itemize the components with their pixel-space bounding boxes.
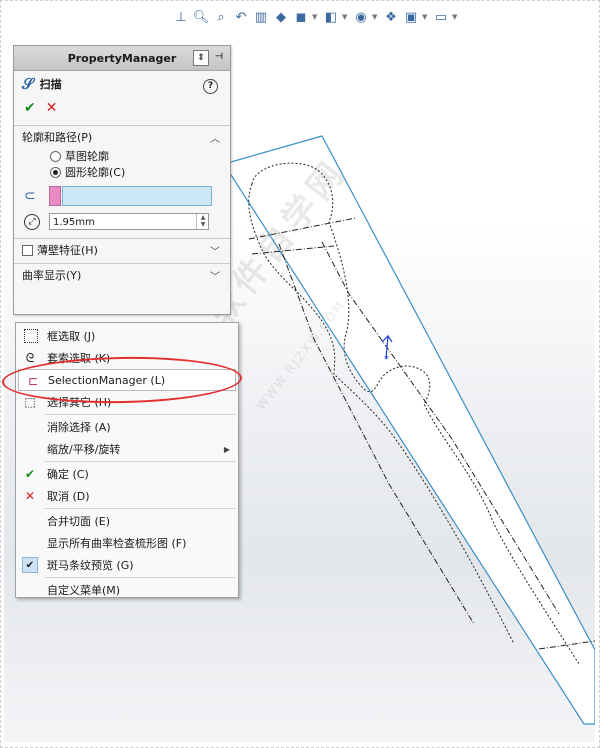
radio-button[interactable]	[50, 166, 61, 178]
heads-up-toolbar: ⊥ 🔍︎ ⌕ ↶ ▥ ◆ ◼ ▼ ◧ ▼ ◉ ▼ ❖ ▣ ▼ ▭ ▼	[172, 6, 460, 28]
path-selection-row: ⊂	[14, 184, 230, 210]
menu-divider	[44, 508, 236, 509]
diameter-input[interactable]: 1.95mm	[49, 213, 209, 230]
menu-item-ok[interactable]: ✔ 确定 (C)	[16, 463, 238, 485]
checkmark-icon: ✔	[22, 557, 38, 573]
property-manager-title: PropertyManager	[67, 51, 177, 65]
ok-button[interactable]: ✔	[24, 100, 36, 116]
menu-item-label: 确定 (C)	[47, 468, 89, 481]
path-selection-field[interactable]	[62, 186, 212, 206]
chevron-down-icon[interactable]: ▼	[312, 13, 320, 21]
radio-button[interactable]	[50, 150, 61, 162]
menu-divider	[44, 414, 236, 415]
menu-item-label: 自定义菜单(M)	[47, 584, 121, 597]
radio-label: 草图轮廓	[65, 150, 109, 163]
section-curvature[interactable]: 曲率显示(Y) ﹀	[14, 264, 230, 286]
display-style-icon[interactable]: ◼	[292, 8, 310, 26]
zoom-area-icon[interactable]: ⌕	[212, 8, 230, 26]
pm-actions: ✔ ✕	[14, 97, 230, 119]
diameter-row: ⤢ 1.95mm ▲ ▼	[14, 212, 230, 236]
property-manager-panel: PropertyManager ⇕ ⊣ 𝒮 扫描 ? ✔ ✕ 轮廓和路径(P) …	[13, 45, 231, 315]
menu-item-label: 消除选择 (A)	[47, 421, 111, 434]
menu-item-merge-tangent[interactable]: 合并切面 (E)	[16, 510, 238, 532]
chevron-down-icon[interactable]: ▼	[452, 13, 460, 21]
selection-color-chip	[49, 186, 61, 206]
radio-label: 圆形轮廓(C)	[65, 166, 126, 179]
chevron-down-icon[interactable]: ﹀	[210, 268, 220, 283]
menu-item-label: 框选取 (J)	[47, 330, 96, 343]
section-view-icon[interactable]: ▥	[252, 8, 270, 26]
pin-icon[interactable]: ⊣	[212, 50, 226, 64]
section-profile-path[interactable]: 轮廓和路径(P) ︿	[14, 126, 230, 148]
property-manager-header: PropertyManager ⇕ ⊣	[14, 46, 230, 71]
help-icon[interactable]: ?	[203, 79, 218, 94]
menu-divider	[44, 577, 236, 578]
monitor-icon[interactable]: ▭	[432, 8, 450, 26]
path-icon: ⊂	[24, 188, 36, 204]
view-settings-icon[interactable]: ▣	[402, 8, 420, 26]
feature-title-row: 𝒮 扫描 ?	[14, 71, 230, 97]
scene-icon[interactable]: ❖	[382, 8, 400, 26]
menu-item-customize-menu[interactable]: 自定义菜单(M)	[16, 579, 238, 601]
menu-item-box-select[interactable]: 框选取 (J)	[16, 325, 238, 347]
submenu-arrow-icon: ▶	[223, 444, 230, 454]
radio-sketch-profile[interactable]: 草图轮廓	[14, 148, 230, 164]
sweep-icon: 𝒮	[22, 75, 34, 93]
collapse-icon[interactable]: ⇕	[193, 50, 209, 66]
chevron-down-icon[interactable]: ﹀	[210, 243, 220, 258]
section-label: 薄壁特征(H)	[37, 244, 98, 257]
menu-item-label: 合并切面 (E)	[47, 515, 111, 528]
menu-item-zoom-pan-rotate[interactable]: 缩放/平移/旋转 ▶	[16, 438, 238, 460]
menu-item-label: 缩放/平移/旋转	[47, 443, 121, 456]
view-orient-icon[interactable]: ⊥	[172, 8, 190, 26]
cancel-button[interactable]: ✕	[46, 100, 58, 116]
hide-show-icon[interactable]: ◧	[322, 8, 340, 26]
chevron-down-icon[interactable]: ▼	[422, 13, 430, 21]
menu-item-clear-selection[interactable]: 消除选择 (A)	[16, 416, 238, 438]
box-select-icon	[24, 329, 38, 343]
cancel-icon: ✕	[24, 489, 36, 503]
chevron-down-icon[interactable]: ▼	[372, 13, 380, 21]
edit-appearance-icon[interactable]: ◉	[352, 8, 370, 26]
menu-item-show-curvature-combs[interactable]: 显示所有曲率检查梳形图 (F)	[16, 532, 238, 554]
lasso-select-icon: ᘓ	[25, 350, 35, 365]
section-label: 曲率显示(Y)	[22, 269, 82, 282]
menu-item-label: 取消 (D)	[47, 490, 90, 503]
path-start-asterisk: *	[384, 354, 389, 365]
menu-item-zebra-preview[interactable]: ✔ 斑马条纹预览 (G)	[16, 554, 238, 576]
diameter-icon: ⤢	[24, 214, 40, 230]
diameter-spinner[interactable]: ▲ ▼	[196, 214, 209, 229]
radio-circular-profile[interactable]: 圆形轮廓(C)	[14, 164, 230, 180]
previous-view-icon[interactable]: ↶	[232, 8, 250, 26]
feature-title: 扫描	[39, 78, 62, 91]
menu-item-cancel[interactable]: ✕ 取消 (D)	[16, 485, 238, 507]
view-cube-icon[interactable]: ◆	[272, 8, 290, 26]
menu-divider	[44, 461, 236, 462]
chevron-up-icon[interactable]: ︿	[210, 130, 220, 145]
section-thin-feature[interactable]: 薄壁特征(H) ﹀	[14, 239, 230, 261]
zoom-fit-icon[interactable]: 🔍︎	[192, 8, 210, 26]
menu-item-label: 斑马条纹预览 (G)	[47, 559, 134, 572]
menu-item-label: 显示所有曲率检查梳形图 (F)	[47, 537, 187, 550]
ok-icon: ✔	[24, 467, 36, 481]
chevron-down-icon[interactable]: ▼	[342, 13, 350, 21]
thin-feature-checkbox[interactable]	[22, 244, 33, 256]
section-label: 轮廓和路径(P)	[22, 131, 93, 144]
